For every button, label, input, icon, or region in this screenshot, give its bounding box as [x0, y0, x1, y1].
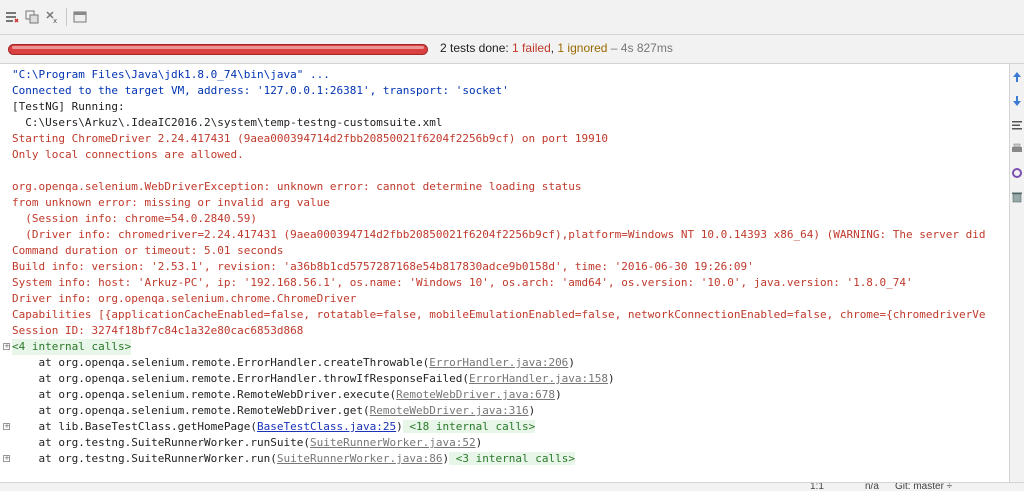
- console-line: Capabilities [{applicationCacheEnabled=f…: [12, 308, 986, 321]
- rerun-failed-icon[interactable]: [2, 7, 22, 27]
- stack-frame-text: at org.openqa.selenium.remote.ErrorHandl…: [12, 372, 469, 385]
- test-progress-row: 2 tests done: 1 failed, 1 ignored – 4s 8…: [0, 35, 1024, 64]
- console-line: Only local connections are allowed.: [12, 148, 244, 161]
- stack-trace-line: at org.testng.SuiteRunnerWorker.runSuite…: [12, 435, 482, 451]
- stack-frame-text: at lib.BaseTestClass.getHomePage(: [12, 420, 258, 433]
- stack-frame-suffix: ): [396, 420, 403, 433]
- elapsed-time: – 4s 827ms: [607, 41, 673, 55]
- console-line: Command duration or timeout: 5.01 second…: [12, 244, 284, 257]
- source-link[interactable]: SuiteRunnerWorker.java:86: [277, 452, 443, 465]
- stack-frame-text: at org.openqa.selenium.remote.RemoteWebD…: [12, 404, 370, 417]
- stack-trace-line: at org.openqa.selenium.remote.RemoteWebD…: [12, 403, 535, 419]
- internal-calls-fold[interactable]: <18 internal calls>: [402, 420, 536, 433]
- stack-trace-line: at org.openqa.selenium.remote.ErrorHandl…: [12, 355, 575, 371]
- clear-all-icon[interactable]: [1011, 190, 1023, 203]
- source-link[interactable]: SuiteRunnerWorker.java:52: [310, 436, 476, 449]
- console-line: from unknown error: missing or invalid a…: [12, 196, 330, 209]
- test-progress-bar: [8, 44, 428, 55]
- source-link[interactable]: ErrorHandler.java:206: [429, 356, 568, 369]
- expand-fold-icon[interactable]: +: [3, 343, 10, 350]
- console-line: Starting ChromeDriver 2.24.417431 (9aea0…: [12, 132, 609, 145]
- stack-frame-suffix: ): [608, 372, 615, 385]
- toggle-auto-test-icon[interactable]: [22, 7, 42, 27]
- source-link[interactable]: RemoteWebDriver.java:316: [370, 404, 529, 417]
- scroll-up-icon[interactable]: [1011, 70, 1023, 82]
- console-line: Session ID: 3274f18bf7c84c1a32e80cac6853…: [12, 324, 304, 337]
- print-icon[interactable]: [1011, 142, 1023, 154]
- console-line: Driver info: org.openqa.selenium.chrome.…: [12, 292, 357, 305]
- stack-frame-text: at org.openqa.selenium.remote.RemoteWebD…: [12, 388, 397, 401]
- stack-frame-suffix: ): [475, 436, 483, 449]
- expand-fold-icon[interactable]: +: [3, 455, 10, 462]
- internal-calls-fold[interactable]: <4 internal calls>: [12, 339, 132, 355]
- ignored-count[interactable]: 1 ignored: [557, 41, 607, 55]
- stack-frame-suffix: ): [568, 356, 575, 369]
- stack-frame-suffix: ): [528, 404, 536, 417]
- console-line: (Driver info: chromedriver=2.24.417431 (…: [12, 228, 986, 241]
- source-link[interactable]: ErrorHandler.java:158: [469, 372, 608, 385]
- internal-calls-fold[interactable]: <3 internal calls>: [449, 452, 575, 465]
- console-line: org.openqa.selenium.WebDriverException: …: [12, 180, 582, 193]
- console-line: Connected to the target VM, address: '12…: [12, 84, 509, 97]
- rerun-with-debug-icon[interactable]: x: [42, 7, 62, 27]
- console-line: System info: host: 'Arkuz-PC', ip: '192.…: [12, 276, 913, 289]
- toolbar-separator: [66, 8, 67, 26]
- stack-trace-line: at org.openqa.selenium.remote.RemoteWebD…: [12, 387, 562, 403]
- test-runner-toolbar: x: [0, 0, 1024, 35]
- scroll-down-icon[interactable]: [1011, 94, 1023, 106]
- console-output[interactable]: "C:\Program Files\Java\jdk1.8.0_74\bin\j…: [0, 64, 1010, 482]
- console-line: "C:\Program Files\Java\jdk1.8.0_74\bin\j…: [12, 68, 330, 81]
- expand-fold-icon[interactable]: +: [3, 423, 10, 430]
- export-results-icon[interactable]: [70, 7, 90, 27]
- failed-count[interactable]: 1 failed: [512, 41, 551, 55]
- console-line: (Session info: chrome=54.0.2840.59): [12, 212, 258, 225]
- source-link[interactable]: BaseTestClass.java:25: [257, 420, 396, 433]
- console-line: [TestNG] Running:: [12, 100, 125, 113]
- console-line: Build info: version: '2.53.1', revision:…: [12, 260, 754, 273]
- settings-icon[interactable]: [1011, 166, 1023, 178]
- test-summary: 2 tests done: 1 failed, 1 ignored – 4s 8…: [440, 41, 673, 55]
- stack-trace-line: at org.openqa.selenium.remote.ErrorHandl…: [12, 371, 615, 387]
- source-link[interactable]: RemoteWebDriver.java:678: [396, 388, 555, 401]
- summary-prefix: 2 tests done:: [440, 41, 513, 55]
- svg-text:x: x: [53, 17, 57, 24]
- stack-frame-suffix: ): [555, 388, 562, 401]
- stack-frame-text: at org.openqa.selenium.remote.ErrorHandl…: [12, 356, 430, 369]
- progress-bar-shine: [12, 46, 424, 49]
- stack-trace-line: at org.testng.SuiteRunnerWorker.run(Suit…: [12, 451, 575, 467]
- stack-trace-line: at lib.BaseTestClass.getHomePage(BaseTes…: [12, 419, 536, 435]
- stack-frame-text: at org.testng.SuiteRunnerWorker.run(: [12, 452, 277, 465]
- stack-frame-text: at org.testng.SuiteRunnerWorker.runSuite…: [12, 436, 311, 449]
- console-side-toolbar: [1010, 64, 1024, 482]
- console-line: C:\Users\Arkuz\.IdeaIC2016.2\system\temp…: [12, 116, 443, 129]
- soft-wrap-icon[interactable]: [1011, 118, 1023, 130]
